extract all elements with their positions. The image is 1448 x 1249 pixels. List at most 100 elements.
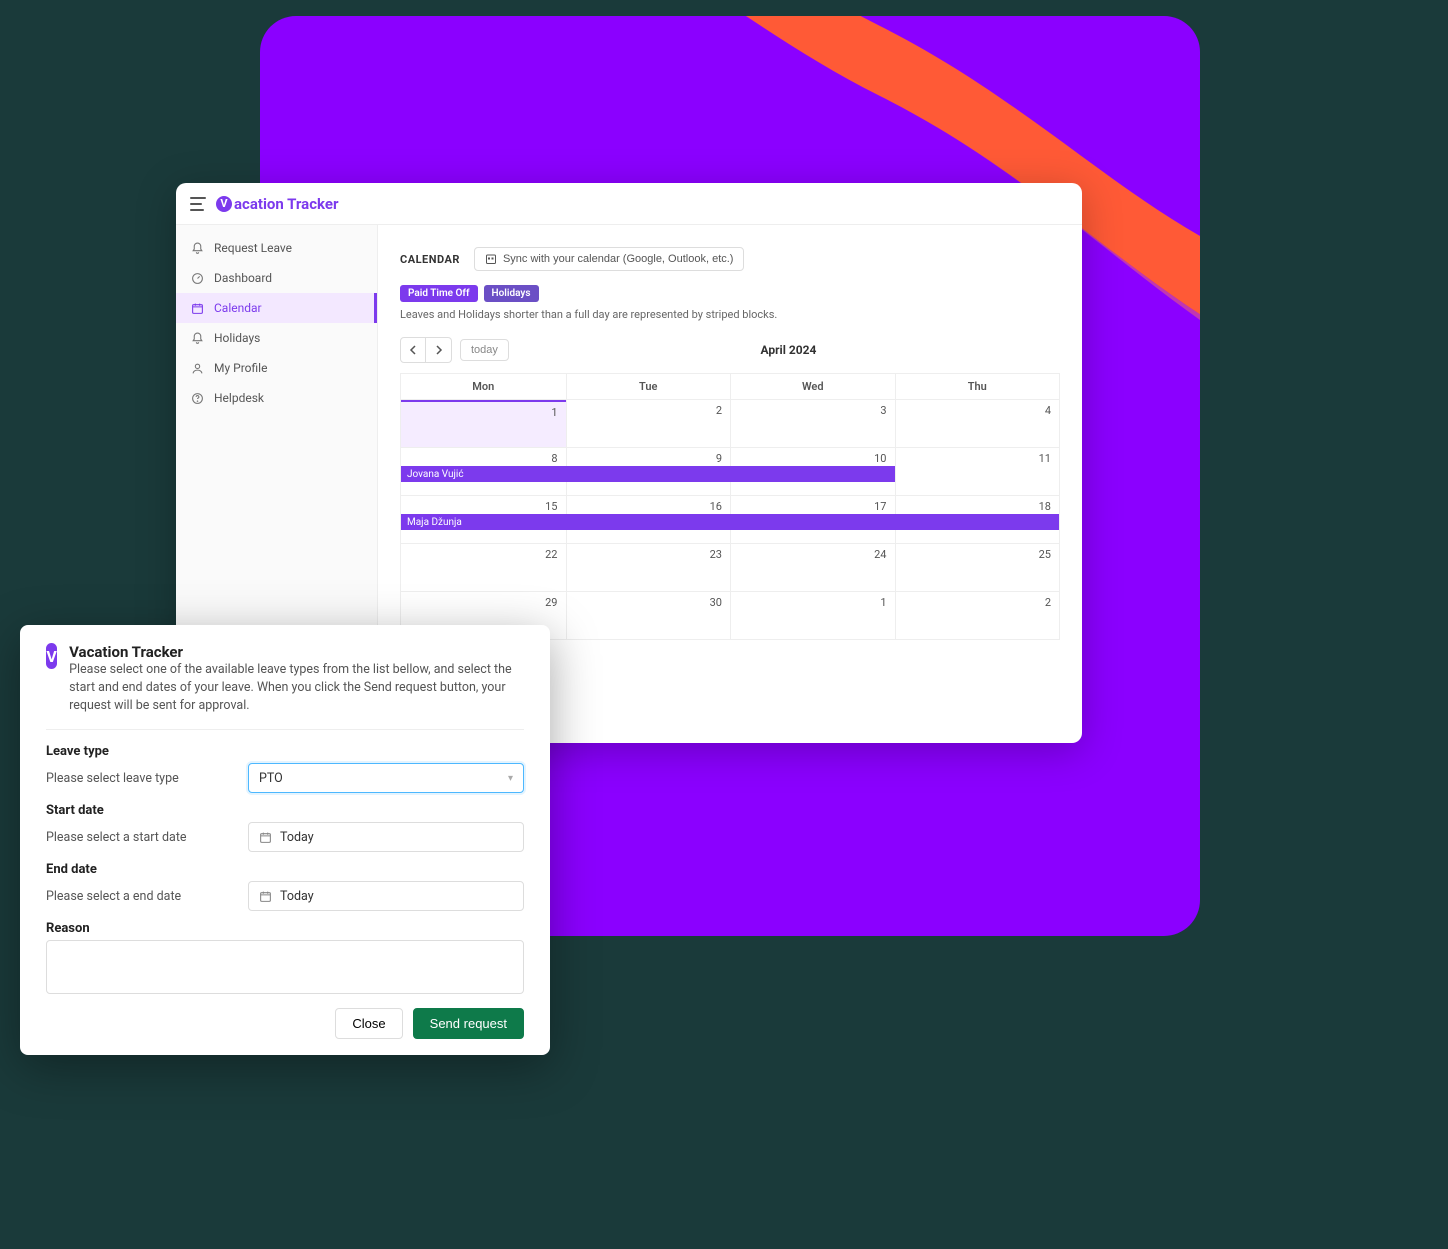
bell-icon (190, 241, 204, 255)
brand-text: acation Tracker (234, 195, 338, 213)
start-date-sublabel: Please select a start date (46, 830, 238, 845)
sync-calendar-button[interactable]: Sync with your calendar (Google, Outlook… (474, 247, 745, 271)
calendar-cell[interactable]: 22 (401, 544, 566, 591)
sidebar-item-calendar[interactable]: Calendar (176, 293, 377, 323)
field-end-date: End date Please select a end date Today (46, 862, 524, 911)
leave-type-label: Leave type (46, 744, 524, 759)
calendar-cell[interactable]: 11 (895, 448, 1060, 495)
day-head: Thu (895, 373, 1060, 399)
end-date-input[interactable]: Today (248, 881, 524, 911)
cell-date: 16 (710, 500, 722, 513)
end-date-value: Today (280, 889, 314, 904)
logo-circle-icon: V (216, 196, 232, 212)
app-logo: V acation Tracker (216, 195, 338, 213)
cell-date: 3 (880, 404, 886, 417)
calendar-icon (190, 301, 204, 315)
cell-date: 17 (874, 500, 886, 513)
cell-date: 2 (1045, 596, 1051, 609)
calendar-cell[interactable]: 25 (895, 544, 1060, 591)
page-title: CALENDAR (400, 253, 460, 266)
sidebar-item-label: My Profile (214, 361, 267, 375)
calendar-cell[interactable]: 1 (730, 592, 895, 639)
modal-title: Vacation Tracker (69, 643, 524, 661)
calendar-cell[interactable]: 3 (730, 400, 895, 447)
calendar-cell[interactable]: 23 (566, 544, 731, 591)
calendar-cell[interactable]: 24 (730, 544, 895, 591)
prev-button[interactable] (400, 337, 426, 363)
event-bar[interactable]: Maja Džunja (401, 514, 1059, 530)
next-button[interactable] (426, 337, 452, 363)
calendar-cell[interactable]: 30 (566, 592, 731, 639)
calendar-cell[interactable]: 4 (895, 400, 1060, 447)
start-date-value: Today (280, 830, 314, 845)
leave-type-select[interactable]: PTO ▾ (248, 763, 524, 793)
sidebar-item-request-leave[interactable]: Request Leave (176, 233, 377, 263)
sidebar-item-label: Calendar (214, 301, 262, 315)
cell-date: 24 (874, 548, 886, 561)
calendar-grid: Mon Tue Wed Thu 1 2 3 4 8 9 10 11 Jovana… (400, 373, 1060, 640)
modal-footer: Close Send request (46, 1008, 524, 1039)
calendar-controls: today April 2024 (400, 337, 1060, 363)
start-date-label: Start date (46, 803, 524, 818)
sidebar-item-holidays[interactable]: Holidays (176, 323, 377, 353)
calendar-icon (259, 831, 272, 844)
sidebar-item-helpdesk[interactable]: Helpdesk (176, 383, 377, 413)
sidebar-item-dashboard[interactable]: Dashboard (176, 263, 377, 293)
day-head: Wed (730, 373, 895, 399)
cell-date: 22 (545, 548, 557, 561)
user-icon (190, 361, 204, 375)
start-date-input[interactable]: Today (248, 822, 524, 852)
divider (46, 729, 524, 730)
send-request-button[interactable]: Send request (413, 1008, 524, 1039)
calendar-cell[interactable]: 2 (566, 400, 731, 447)
calendar-cell[interactable]: 1 (401, 400, 566, 447)
sidebar-item-label: Helpdesk (214, 391, 264, 405)
chevron-down-icon: ▾ (508, 773, 513, 784)
pill-holidays[interactable]: Holidays (484, 285, 539, 302)
end-date-sublabel: Please select a end date (46, 889, 238, 904)
day-head: Mon (401, 373, 566, 399)
calendar-header-row: Mon Tue Wed Thu (401, 373, 1059, 399)
bell-icon (190, 331, 204, 345)
cell-date: 15 (545, 500, 557, 513)
cell-date: 18 (1039, 500, 1051, 513)
leave-type-sublabel: Please select leave type (46, 771, 238, 786)
end-date-label: End date (46, 862, 524, 877)
calendar-cell[interactable]: 2 (895, 592, 1060, 639)
modal-header: V Vacation Tracker Please select one of … (46, 643, 524, 715)
close-button[interactable]: Close (335, 1008, 402, 1039)
calendar-month-label: April 2024 (517, 343, 1060, 357)
chevron-left-icon (409, 345, 417, 355)
sidebar-item-label: Dashboard (214, 271, 272, 285)
help-icon (190, 391, 204, 405)
sync-button-label: Sync with your calendar (Google, Outlook… (503, 253, 734, 265)
cell-date: 4 (1045, 404, 1051, 417)
pill-pto[interactable]: Paid Time Off (400, 285, 478, 302)
leave-type-value: PTO (259, 771, 283, 786)
field-leave-type: Leave type Please select leave type PTO … (46, 744, 524, 793)
calendar-row: 22 23 24 25 (401, 543, 1059, 591)
sidebar-item-label: Request Leave (214, 241, 292, 255)
field-reason: Reason (46, 921, 524, 998)
day-head: Tue (566, 373, 731, 399)
calendar-icon (259, 890, 272, 903)
sidebar-item-label: Holidays (214, 331, 260, 345)
today-button[interactable]: today (460, 339, 509, 361)
event-bar[interactable]: Jovana Vujić (401, 466, 895, 482)
sidebar-item-my-profile[interactable]: My Profile (176, 353, 377, 383)
cell-date: 29 (545, 596, 557, 609)
nav-button-group (400, 337, 452, 363)
main-header-row: CALENDAR Sync with your calendar (Google… (400, 247, 1060, 271)
calendar-row: 1 2 3 4 (401, 399, 1059, 447)
reason-textarea[interactable] (46, 940, 524, 994)
cell-date: 25 (1039, 548, 1051, 561)
legend-pills: Paid Time Off Holidays (400, 285, 1060, 302)
chevron-right-icon (435, 345, 443, 355)
cell-date: 1 (551, 406, 557, 419)
cell-date: 9 (716, 452, 722, 465)
cell-date: 8 (551, 452, 557, 465)
cell-date: 11 (1039, 452, 1051, 465)
menu-icon[interactable] (190, 197, 206, 211)
request-leave-modal: V Vacation Tracker Please select one of … (20, 625, 550, 1055)
gauge-icon (190, 271, 204, 285)
